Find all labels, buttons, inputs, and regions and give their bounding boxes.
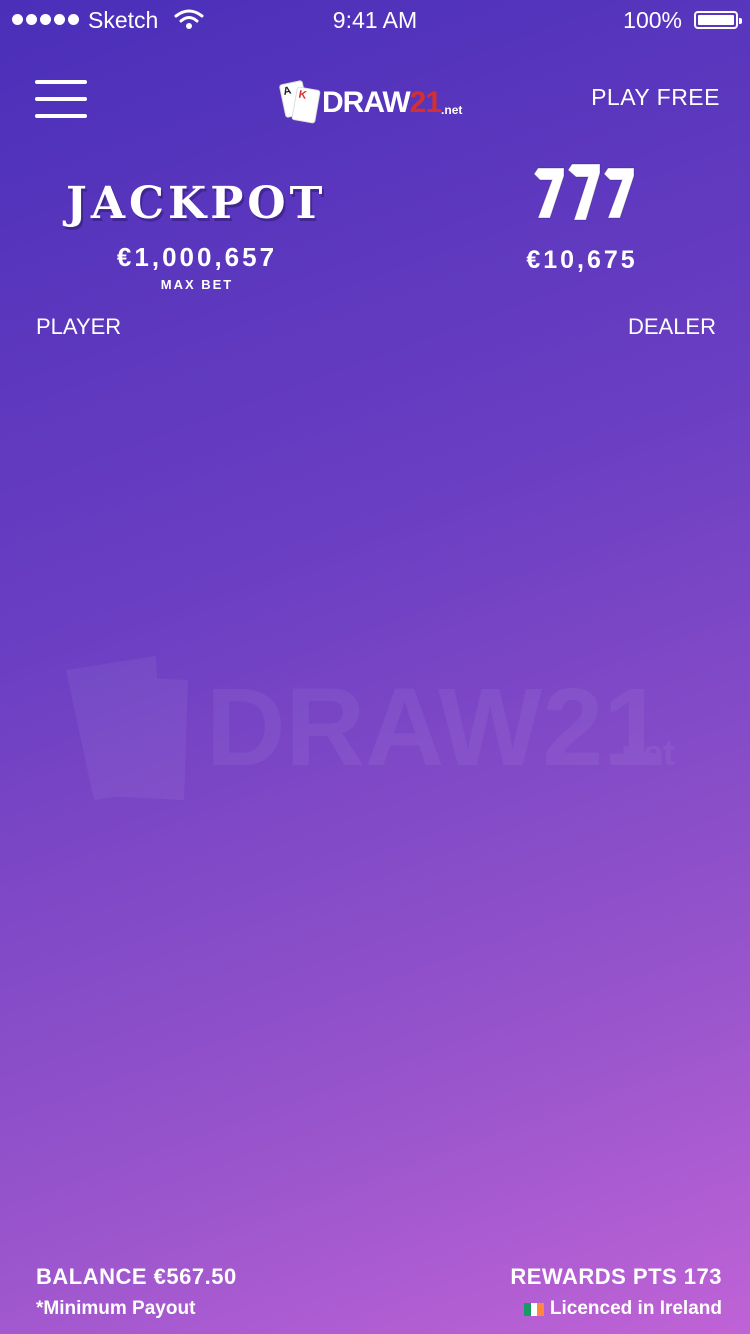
hamburger-menu-icon[interactable] [35, 80, 87, 118]
logo-text: DRAW21 [322, 86, 442, 120]
play-free-link[interactable]: PLAY FREE [591, 84, 720, 111]
jackpot-amount: €1,000,657 [116, 242, 278, 272]
playing-cards-icon: A K [278, 79, 321, 126]
player-label: PLAYER [36, 314, 122, 339]
balance-text: BALANCE €567.50 [36, 1264, 237, 1289]
dealer-label: DEALER [627, 314, 716, 339]
rewards-points: REWARDS PTS 173 [510, 1264, 722, 1289]
logo-word: DRAW [322, 86, 411, 119]
sevens-jackpot-amount: €10,675 [526, 246, 638, 274]
jackpot-title: JACKPOT [66, 178, 327, 229]
max-bet-label: MAX BET [160, 277, 234, 292]
king-card: K [291, 86, 321, 124]
watermark-text: DRAW21 [206, 666, 664, 789]
licence-text: Licenced in Ireland [549, 1298, 722, 1319]
logo-number: 21 [409, 86, 442, 119]
watermark-suffix: .net [611, 732, 675, 773]
battery-percentage: 100% [623, 7, 682, 33]
minimum-payout-note: *Minimum Payout [36, 1298, 196, 1319]
logo-suffix: .net [441, 103, 463, 117]
ireland-flag-icon [523, 1302, 544, 1316]
draw21-logo: A K DRAW21 .net [278, 78, 480, 128]
status-bar: Sketch 9:41 AM 100% [0, 0, 750, 40]
draw21-watermark: DRAW21 .net [66, 656, 675, 800]
triple-seven-icon [533, 163, 635, 221]
licence-info: Licenced in Ireland [523, 1298, 722, 1320]
battery-icon [694, 11, 742, 29]
